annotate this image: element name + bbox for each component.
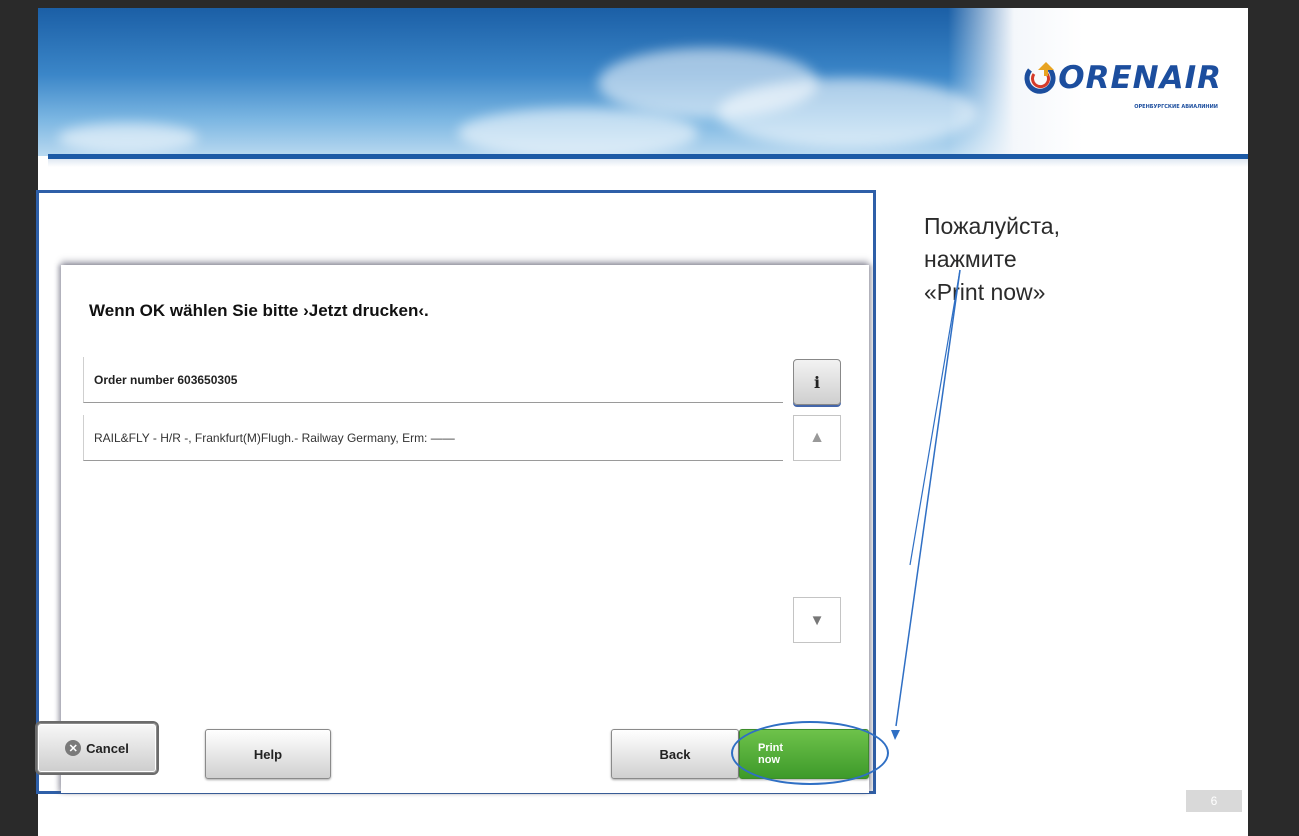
list-item-order-number[interactable]: Order number 603650305 [83,357,783,403]
info-button[interactable]: i [793,359,841,405]
arrow-up-icon: ▲ [809,429,825,446]
list-item-rail-fly[interactable]: RAIL&FLY - H/R -, Frankfurt(M)Flugh.- Ra… [83,415,783,461]
cancel-label: Cancel [86,740,129,756]
arrow-down-icon: ▼ [809,611,825,629]
scroll-down-button[interactable]: ▼ [793,597,841,643]
scroll-up-button[interactable]: ▲ [793,415,841,461]
list-item-label: RAIL&FLY - H/R -, Frankfurt(M)Flugh.- Ra… [94,430,455,445]
instruction-line: Пожалуйста, [924,213,1060,239]
orenair-emblem-icon [1024,62,1056,94]
instruction-line: «Print now» [924,279,1046,305]
help-button[interactable]: Help [205,729,331,779]
cancel-button[interactable]: ✕ Cancel [37,723,157,773]
close-icon: ✕ [65,740,82,756]
list-item-label: Order number 603650305 [94,372,238,387]
highlight-ellipse [731,721,889,785]
back-label: Back [659,746,691,762]
dialog-title: Wenn OK wählen Sie bitte ›Jetzt drucken‹… [89,301,429,320]
header-banner: ORENAIR ОРЕНБУРГСКИЕ АВИАЛИНИИ [38,8,1248,156]
instruction-text: Пожалуйста, нажмите «Print now» [924,210,1060,309]
logo-subtitle: ОРЕНБУРГСКИЕ АВИАЛИНИИ [1134,104,1218,110]
page-number: 6 [1186,790,1242,812]
instruction-line: нажмите [924,246,1017,272]
help-label: Help [253,746,283,762]
info-icon: i [813,372,821,392]
kiosk-screen-frame: Wenn OK wählen Sie bitte ›Jetzt drucken‹… [36,190,889,794]
orenair-logo: ORENAIR [1024,60,1222,96]
header-shadow [48,159,1248,167]
back-button[interactable]: Back [611,729,739,779]
logo-text: ORENAIR [1058,60,1222,96]
print-dialog: Wenn OK wählen Sie bitte ›Jetzt drucken‹… [61,265,869,793]
